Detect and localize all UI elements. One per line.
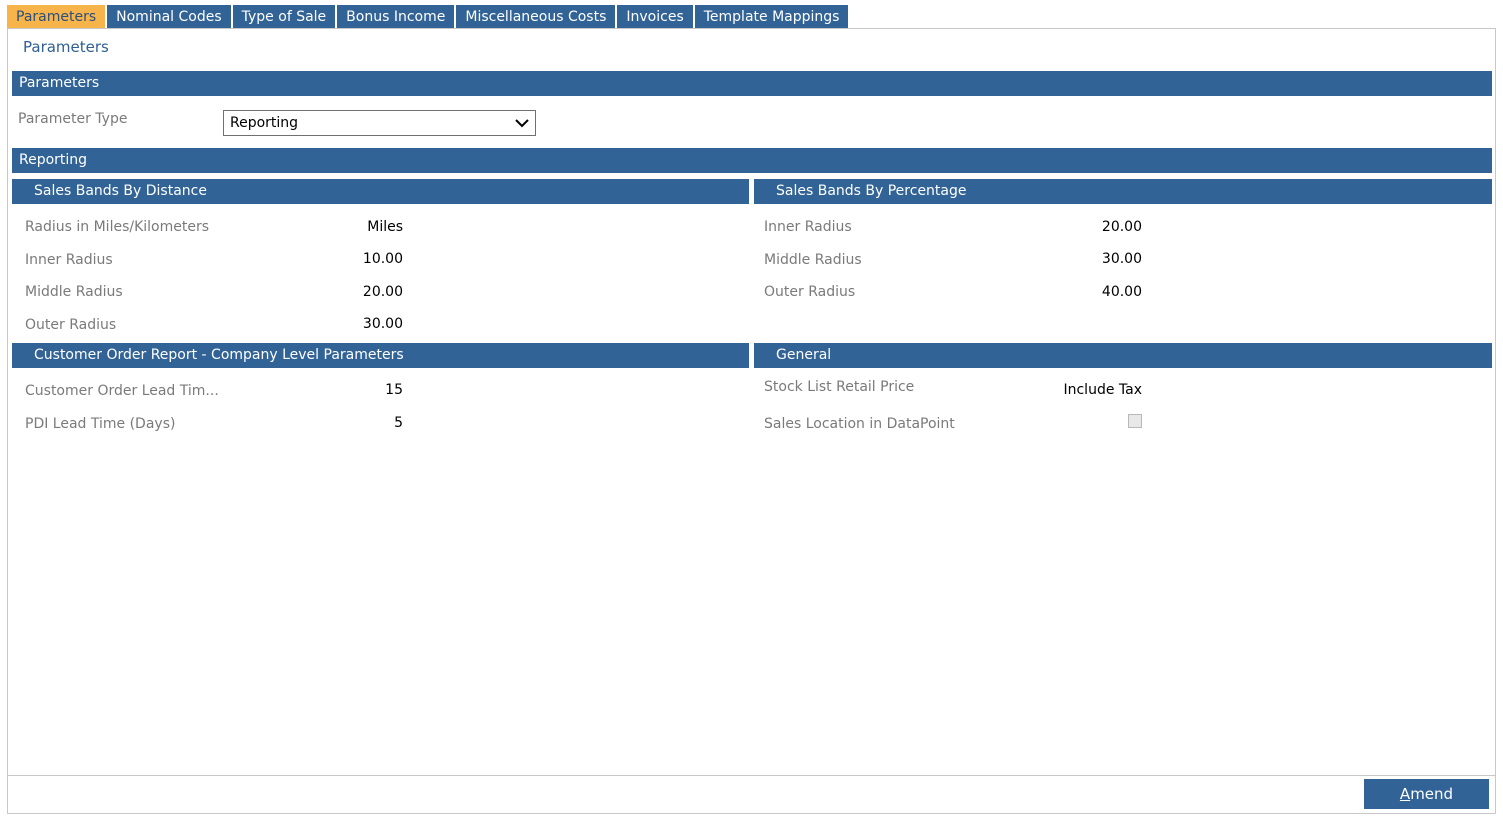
footer-divider [8,775,1495,776]
page-title: Parameters [23,38,109,56]
distance-middle-radius-value: 20.00 [362,284,403,300]
tab-template-mappings[interactable]: Template Mappings [694,5,849,29]
tab-bar: Parameters Nominal Codes Type of Sale Bo… [7,5,850,29]
distance-radius-unit-label: Radius in Miles/Kilometers [25,219,210,235]
percentage-inner-radius-label: Inner Radius [764,219,852,235]
chevron-down-icon [515,119,529,128]
customer-order-lead-time-label: Customer Order Lead Tim... [25,383,219,399]
sales-location-label: Sales Location in DataPoint [764,416,955,432]
tab-nominal-codes[interactable]: Nominal Codes [107,5,231,29]
distance-radius-unit-value: Miles [367,219,403,235]
distance-middle-radius-label: Middle Radius [25,284,123,300]
percentage-middle-radius-value: 30.00 [1101,251,1142,267]
stock-list-retail-price-value: Include Tax [1063,382,1142,398]
distance-inner-radius-value: 10.00 [362,251,403,267]
tab-parameters[interactable]: Parameters [7,5,106,29]
pdi-lead-time-value: 5 [394,415,403,431]
amend-button[interactable]: Amend [1364,779,1489,809]
content-frame [7,28,1496,814]
customer-order-section-header: Customer Order Report - Company Level Pa… [12,343,749,368]
distance-outer-radius-value: 30.00 [362,316,403,332]
parameters-section-header: Parameters [12,71,1492,96]
customer-order-lead-time-value: 15 [385,382,403,398]
stock-list-retail-price-label: Stock List Retail Price [764,379,915,395]
tab-miscellaneous-costs[interactable]: Miscellaneous Costs [456,5,616,29]
tab-type-of-sale[interactable]: Type of Sale [232,5,336,29]
general-section-header: General [754,343,1492,368]
parameter-type-value: Reporting [230,115,299,131]
distance-outer-radius-label: Outer Radius [25,317,117,333]
parameter-type-label: Parameter Type [18,111,128,127]
distance-inner-radius-label: Inner Radius [25,252,113,268]
tab-invoices[interactable]: Invoices [617,5,693,29]
amend-accesskey: A [1399,785,1411,803]
percentage-outer-radius-value: 40.00 [1101,284,1142,300]
parameter-type-select[interactable]: Reporting [223,110,536,136]
sales-location-checkbox[interactable] [1128,414,1142,428]
percentage-outer-radius-label: Outer Radius [764,284,856,300]
amend-label: mend [1410,785,1454,803]
percentage-middle-radius-label: Middle Radius [764,252,862,268]
reporting-section-header: Reporting [12,148,1492,173]
distance-section-header: Sales Bands By Distance [12,179,749,204]
percentage-inner-radius-value: 20.00 [1101,219,1142,235]
tab-bonus-income[interactable]: Bonus Income [337,5,455,29]
pdi-lead-time-label: PDI Lead Time (Days) [25,416,176,432]
percentage-section-header: Sales Bands By Percentage [754,179,1492,204]
